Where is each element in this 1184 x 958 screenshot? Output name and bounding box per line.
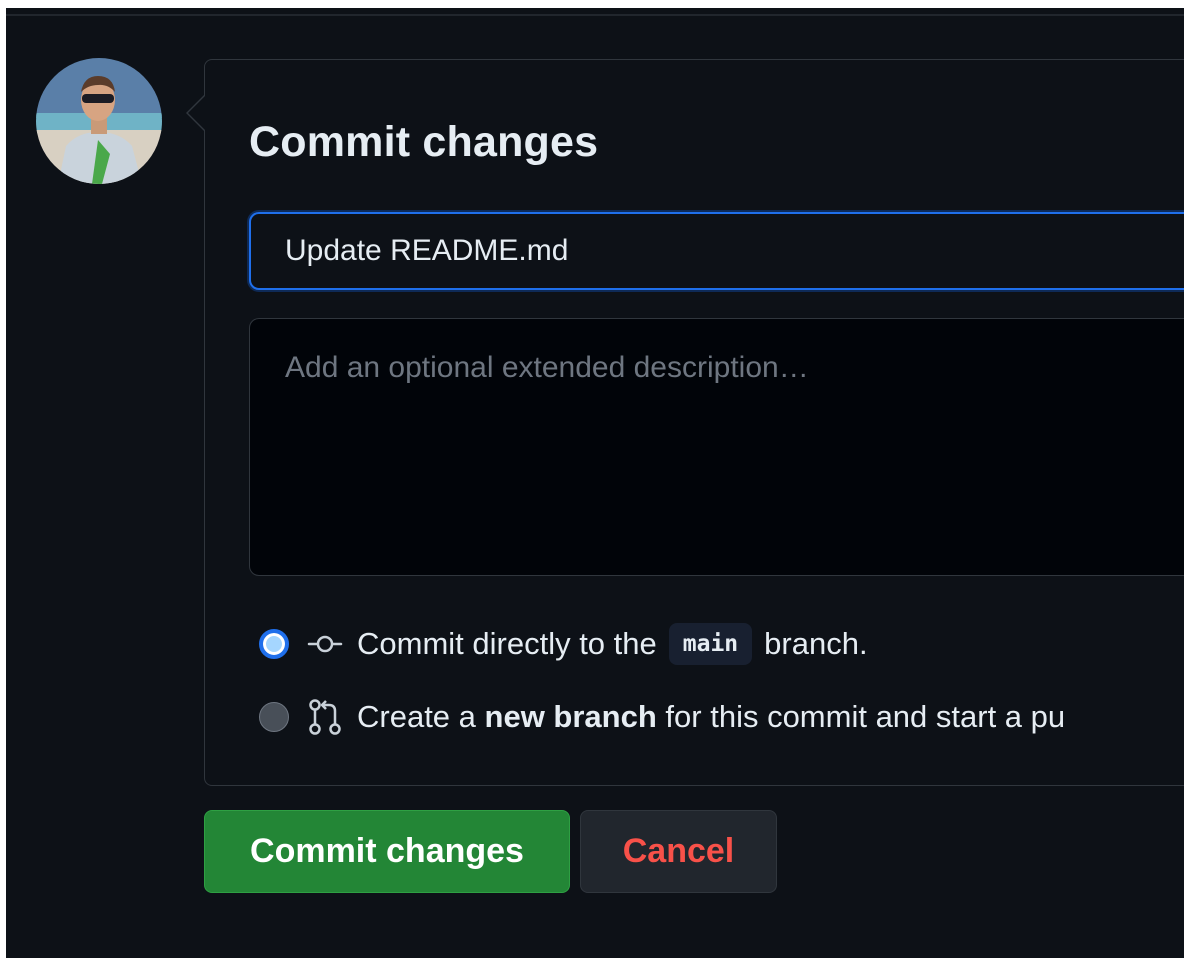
commit-direct-radio[interactable] [259,629,289,659]
commit-dialog: Commit changes Commit directly to the ma… [204,59,1184,786]
commit-direct-option[interactable]: Commit directly to the main branch. [259,620,868,668]
commit-description-textarea[interactable] [249,318,1184,576]
git-pull-request-icon [307,697,343,737]
user-avatar[interactable] [36,58,162,184]
git-commit-icon [307,632,343,656]
new-branch-radio[interactable] [259,702,289,732]
new-branch-bold: new branch [484,699,657,734]
avatar-photo [36,58,162,184]
commit-summary-input[interactable] [249,212,1184,290]
new-branch-prefix: Create a [357,699,476,734]
top-divider [6,14,1184,16]
commit-direct-suffix: branch. [764,626,868,661]
card-pointer-fill [188,95,206,131]
cancel-button[interactable]: Cancel [580,810,777,893]
dialog-title: Commit changes [249,118,599,166]
new-branch-option[interactable]: Create a new branch for this commit and … [259,693,1065,741]
app-frame: Commit changes Commit directly to the ma… [6,8,1184,958]
new-branch-suffix: for this commit and start a pu [665,699,1066,734]
branch-name-badge: main [668,623,753,665]
commit-direct-prefix: Commit directly to the [357,626,657,661]
commit-changes-button[interactable]: Commit changes [204,810,570,893]
